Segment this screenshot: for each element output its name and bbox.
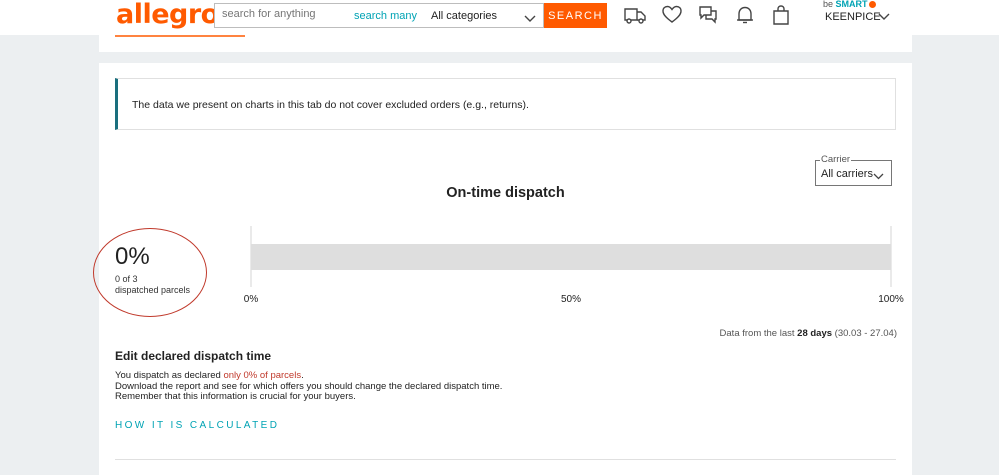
delivery-icon[interactable] xyxy=(624,5,646,30)
how-calculated-link[interactable]: HOW IT IS CALCULATED xyxy=(115,420,279,431)
bell-icon[interactable] xyxy=(735,5,755,30)
divider xyxy=(115,459,896,460)
besmart-brand: SMART xyxy=(835,0,868,9)
search-box[interactable]: search many xyxy=(214,3,424,28)
edit-section-text: You dispatch as declared only 0% of parc… xyxy=(115,370,502,403)
search-input[interactable] xyxy=(220,7,364,21)
edit-line-1: You dispatch as declared only 0% of parc… xyxy=(115,370,502,382)
dispatch-card: The data we present on charts in this ta… xyxy=(93,63,912,475)
edit-line-3: Remember that this information is crucia… xyxy=(115,391,356,402)
edit-line-1-suffix: . xyxy=(301,370,304,381)
on-time-dispatch-chart: 0% 50% 100% xyxy=(244,226,904,305)
allegro-logo[interactable]: allegro xyxy=(116,0,219,30)
carrier-select[interactable]: Carrier All carriers xyxy=(815,154,892,186)
smart-dot-icon xyxy=(868,1,876,9)
upper-card xyxy=(99,35,912,52)
x-tick-label: 100% xyxy=(878,294,904,305)
data-range-days: 28 days xyxy=(797,328,833,339)
data-range-dates: (30.03 - 27.04) xyxy=(832,328,897,339)
chart-title: On-time dispatch xyxy=(446,185,565,201)
besmart-badge[interactable]: be SMART xyxy=(823,0,876,9)
bag-icon[interactable] xyxy=(772,5,790,30)
messages-icon[interactable] xyxy=(698,5,718,30)
top-header: allegro search many All categories SEARC… xyxy=(0,0,999,35)
category-select[interactable]: All categories xyxy=(423,3,544,28)
data-range: Data from the last 28 days (30.03 - 27.0… xyxy=(720,328,897,339)
carrier-value: All carriers xyxy=(821,168,873,180)
search-button[interactable]: SEARCH xyxy=(544,3,607,28)
search-many-link[interactable]: search many xyxy=(354,10,417,22)
heart-icon[interactable] xyxy=(662,5,682,30)
edit-line-1-prefix: You dispatch as declared xyxy=(115,370,224,381)
chevron-down-icon xyxy=(873,168,884,186)
info-notice: The data we present on charts in this ta… xyxy=(115,78,896,130)
bar-track xyxy=(251,244,891,270)
edit-line-1-highlight: only 0% of parcels xyxy=(223,370,302,381)
username[interactable]: KEENPICE xyxy=(825,11,881,23)
besmart-prefix: be xyxy=(823,0,834,9)
x-tick-label: 50% xyxy=(561,294,581,305)
edit-section-title: Edit declared dispatch time xyxy=(115,349,272,363)
data-range-prefix: Data from the last xyxy=(719,328,798,339)
x-tick-label: 0% xyxy=(244,294,259,305)
chevron-down-icon[interactable] xyxy=(877,10,891,28)
notice-text: The data we present on charts in this ta… xyxy=(132,99,529,111)
chevron-down-icon xyxy=(524,10,536,28)
carrier-legend: Carrier xyxy=(820,154,852,165)
active-tab-underline xyxy=(115,35,245,37)
category-value: All categories xyxy=(431,10,498,22)
